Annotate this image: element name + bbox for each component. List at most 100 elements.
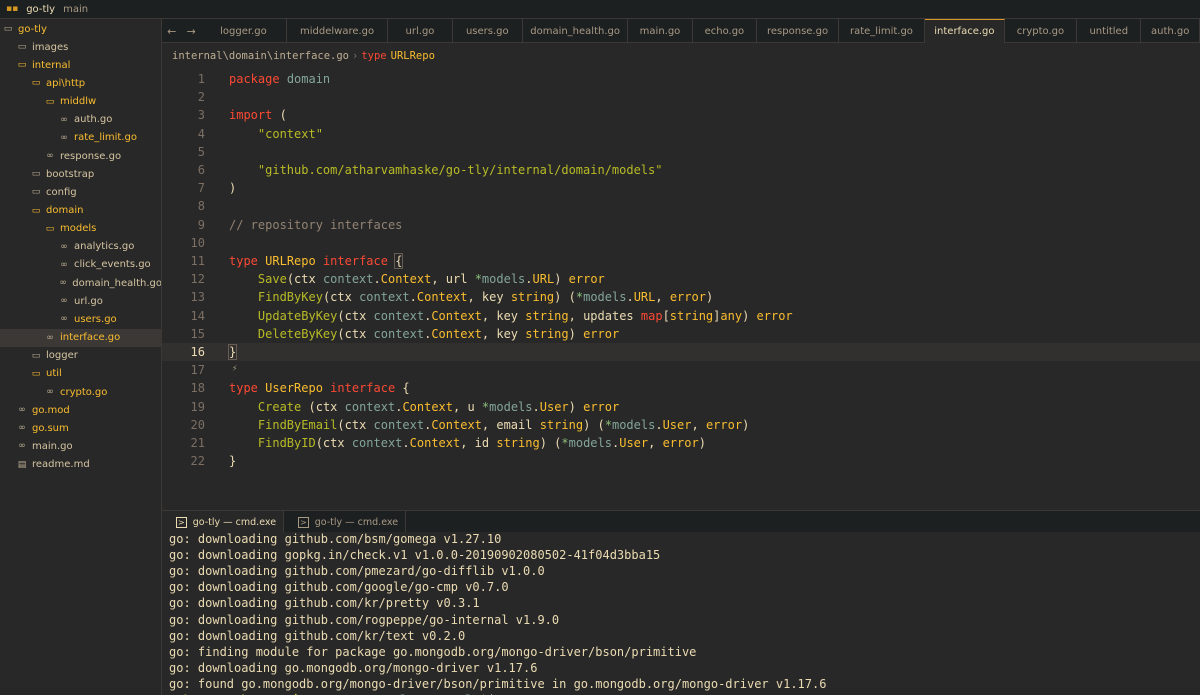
tree-item[interactable]: ∞ interface.go [0, 328, 161, 347]
forward-arrow-icon[interactable]: → [182, 19, 202, 43]
code-line[interactable]: 22} [162, 452, 1200, 470]
editor-tab[interactable]: response.go [757, 19, 840, 43]
code-text: import ( [229, 108, 287, 123]
code-line[interactable]: 16} [162, 343, 1200, 362]
tree-item[interactable]: ▭ images [0, 38, 161, 56]
tree-item[interactable]: ∞ domain_health.go [0, 274, 161, 292]
tree-item-label: middlw [60, 96, 97, 108]
tree-item[interactable]: ▭ domain [0, 202, 161, 220]
editor-tab[interactable]: auth.go [1141, 19, 1200, 43]
markdown-icon: ▤ [17, 459, 27, 470]
code-line[interactable]: 17 [162, 361, 1200, 379]
terminal-line: go: downloading github.com/kr/text v0.2.… [169, 628, 466, 643]
tree-item-label: auth.go [74, 114, 113, 126]
line-number: 11 [190, 254, 205, 269]
code-text: } [227, 344, 238, 361]
menu-icon[interactable]: ▪▪ [6, 4, 18, 14]
editor-tab[interactable]: rate_limit.go [839, 19, 925, 43]
terminal-line: go: downloading github.com/pmezard/go-di… [169, 564, 545, 579]
code-line[interactable]: 18 type UserRepo interface { [162, 379, 1200, 397]
terminal-line: go: downloading go.mongodb.org/mongo-dri… [169, 660, 538, 675]
editor-tab[interactable]: main.go [628, 19, 693, 43]
terminal-panel[interactable]: go: downloading github.com/bsm/gomega v1… [162, 532, 1200, 695]
terminal-line: go: downloading github.com/kr/pretty v0.… [169, 596, 480, 611]
code-line[interactable]: 13 FindByKey(ctx context.Context, key st… [162, 288, 1200, 306]
tree-item-label: api\http [46, 77, 86, 89]
project-name[interactable]: go-tly [26, 4, 55, 15]
code-text: Create (ctx context.Context, u *models.U… [257, 399, 620, 414]
tree-item-label: go.mod [32, 404, 70, 416]
code-line[interactable]: 8 [162, 197, 1200, 215]
line-number: 20 [190, 417, 205, 432]
code-line[interactable]: 3 import ( [162, 106, 1200, 124]
code-text: ) [229, 181, 237, 196]
tree-item[interactable]: ▭ internal [0, 56, 161, 74]
tree-item-label: interface.go [60, 332, 121, 344]
editor-tab[interactable]: untitled [1077, 19, 1142, 43]
code-line[interactable]: 19 Create (ctx context.Context, u *model… [162, 398, 1200, 416]
tree-item[interactable]: ▭ util [0, 365, 161, 383]
code-line[interactable]: 7) [162, 179, 1200, 197]
code-line[interactable]: 11 type URLRepo interface { [162, 252, 1200, 270]
code-line[interactable]: 4 "context" [162, 125, 1200, 143]
breadcrumb-path[interactable]: internal\domain\interface.go [172, 50, 349, 62]
tree-item[interactable]: ∞ crypto.go [0, 383, 161, 401]
tree-item[interactable]: ∞ url.go [0, 292, 161, 310]
line-number: 3 [197, 108, 205, 123]
tree-item[interactable]: ▭ api\http [0, 74, 161, 92]
code-line[interactable]: 20 FindByEmail(ctx context.Context, emai… [162, 416, 1200, 434]
tree-item[interactable]: ▭ bootstrap [0, 165, 161, 183]
code-line[interactable]: 15 DeleteByKey(ctx context.Context, key … [162, 325, 1200, 343]
code-line[interactable]: 12 Save(ctx context.Context, url *models… [162, 270, 1200, 288]
code-line[interactable]: 1 package domain [162, 70, 1200, 88]
code-line[interactable]: 21 FindByID(ctx context.Context, id stri… [162, 434, 1200, 452]
tree-item[interactable]: ▭ go-tly [0, 20, 161, 38]
editor-tab[interactable]: crypto.go [1005, 19, 1078, 43]
breadcrumb-symbol[interactable]: URLRepo [391, 50, 435, 62]
code-editor[interactable]: 1 package domain 2 3 import ( 4 "context" 5 6 "… [162, 68, 1200, 510]
code-line[interactable]: 9 // repository interfaces [162, 216, 1200, 234]
title-bar: ▪▪ go-tly main [0, 0, 1200, 19]
tree-item[interactable]: ∞ click_events.go [0, 256, 161, 274]
tree-item[interactable]: ▭ logger [0, 347, 161, 365]
terminal-line: go: downloading github.com/google/go-cmp… [169, 580, 509, 595]
tree-item-label: logger [46, 350, 78, 362]
tree-item[interactable]: ∞ go.mod [0, 401, 161, 419]
terminal-tab[interactable]: > go-tly — cmd.exe [162, 511, 284, 533]
tree-item[interactable]: ▤ readme.md [0, 456, 161, 474]
code-text: // repository interfaces [229, 217, 403, 232]
terminal-tab[interactable]: > go-tly — cmd.exe [284, 511, 406, 533]
branch-name[interactable]: main [63, 4, 88, 15]
code-text: } [229, 454, 237, 469]
code-line[interactable]: 14 UpdateByKey(ctx context.Context, key … [162, 307, 1200, 325]
line-number: 13 [190, 290, 205, 305]
editor-tab[interactable]: interface.go [924, 19, 1005, 43]
tree-item[interactable]: ▭ middlw [0, 93, 161, 111]
tree-item[interactable]: ∞ analytics.go [0, 238, 161, 256]
editor-tab[interactable]: echo.go [693, 19, 758, 43]
line-number: 16 [190, 345, 205, 360]
editor-tab[interactable]: users.go [453, 19, 523, 43]
tree-item[interactable]: ∞ response.go [0, 147, 161, 165]
tree-item[interactable]: ▭ models [0, 220, 161, 238]
tree-item[interactable]: ∞ rate_limit.go [0, 129, 161, 147]
back-arrow-icon[interactable]: ← [162, 19, 182, 43]
code-line[interactable]: 2 [162, 88, 1200, 106]
code-action-lightning-icon[interactable]: ⚡ [232, 364, 237, 374]
go-file-icon: ∞ [60, 296, 68, 307]
editor-tab[interactable]: logger.go [201, 19, 287, 43]
editor-tab[interactable]: domain_health.go [523, 19, 629, 43]
tree-item[interactable]: ∞ auth.go [0, 111, 161, 129]
code-line[interactable]: 5 [162, 143, 1200, 161]
code-text: Save(ctx context.Context, url *models.UR… [257, 272, 605, 287]
tree-item-label: go-tly [18, 23, 47, 35]
tree-item[interactable]: ▭ config [0, 183, 161, 201]
tree-item[interactable]: ∞ go.sum [0, 419, 161, 437]
folder-icon: ▭ [31, 350, 41, 361]
editor-tab[interactable]: url.go [388, 19, 453, 43]
tree-item[interactable]: ∞ users.go [0, 310, 161, 328]
tree-item[interactable]: ∞ main.go [0, 437, 161, 455]
code-line[interactable]: 6 "github.com/atharvamhaske/go-tly/inter… [162, 161, 1200, 179]
code-line[interactable]: 10 [162, 234, 1200, 252]
editor-tab[interactable]: middelware.go [287, 19, 389, 43]
